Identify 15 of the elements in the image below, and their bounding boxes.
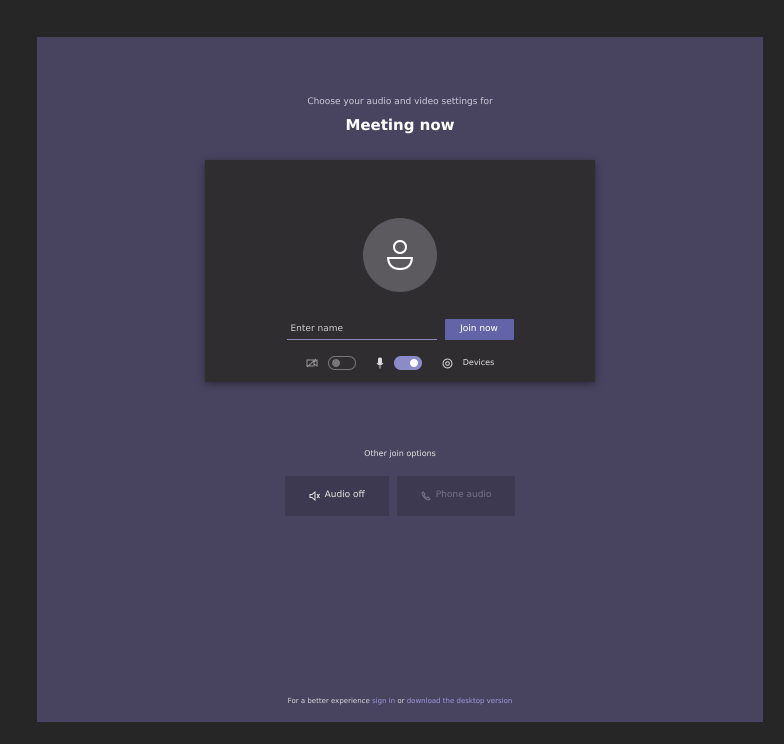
phone-icon bbox=[420, 491, 431, 501]
name-field[interactable]: Enter name bbox=[286, 318, 436, 340]
audio-off-button[interactable]: Audio off bbox=[284, 476, 389, 516]
subtitle: Choose your audio and video settings for bbox=[307, 96, 493, 109]
microphone-icon bbox=[376, 357, 384, 369]
meeting-title: Meeting now bbox=[345, 114, 455, 136]
camera-toggle[interactable] bbox=[328, 356, 356, 370]
devices-label[interactable]: Devices bbox=[462, 357, 494, 369]
microphone-toggle[interactable] bbox=[394, 356, 422, 370]
join-button[interactable]: Join now bbox=[444, 319, 514, 340]
options-heading: Other join options bbox=[364, 448, 436, 460]
speaker-icon bbox=[308, 491, 320, 501]
gear-icon[interactable] bbox=[442, 358, 453, 368]
camera-icon bbox=[306, 358, 318, 368]
avatar-icon bbox=[363, 218, 437, 292]
